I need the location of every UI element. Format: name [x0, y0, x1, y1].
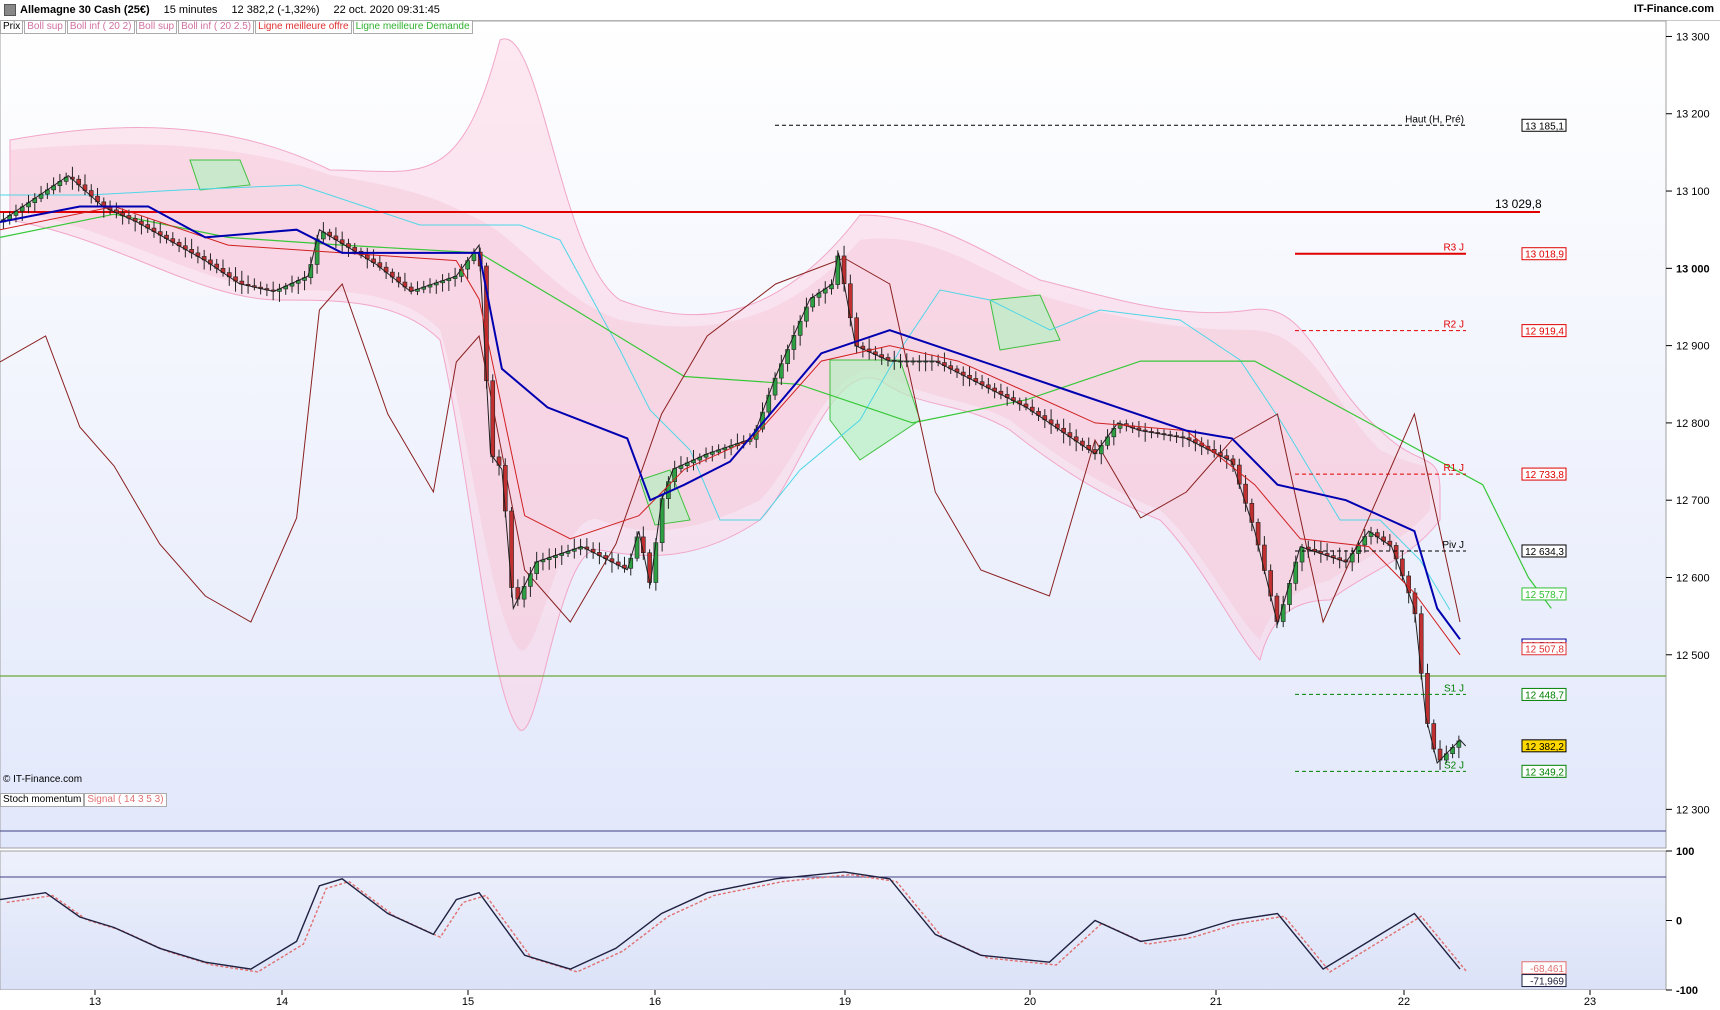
- pivot-label: R1 J: [1443, 463, 1464, 474]
- x-tick-label: 21: [1210, 996, 1222, 1008]
- legend-item: Boll inf ( 20 2): [66, 20, 135, 34]
- pivot-label: S2 J: [1444, 760, 1464, 771]
- pivot-label: Haut (H, Pré): [1405, 114, 1464, 125]
- pivot-value: 12 448,7: [1525, 690, 1564, 701]
- x-tick-label: 20: [1024, 996, 1036, 1008]
- candle-body: [653, 542, 659, 583]
- watermark: © IT-Finance.com: [3, 774, 83, 785]
- marker-value: 13 029,8: [1495, 197, 1542, 211]
- pivot-label: S1 J: [1444, 683, 1464, 694]
- pivot-label: R3 J: [1443, 243, 1464, 254]
- pivot-label: Piv J: [1442, 540, 1464, 551]
- y-tick-label: 12 500: [1676, 650, 1710, 662]
- stoch-legend: Stoch momentum Signal ( 14 3 5 3): [0, 793, 167, 807]
- candle-body: [1280, 604, 1286, 622]
- stoch-signal-label: Signal ( 14 3 5 3): [84, 793, 167, 807]
- x-tick-label: 13: [89, 996, 101, 1008]
- x-tick-label: 19: [839, 996, 851, 1008]
- stoch-label: Stoch momentum: [0, 793, 85, 807]
- pivot-value: 12 733,8: [1525, 470, 1564, 481]
- x-tick-label: 16: [649, 996, 661, 1008]
- y-tick-label: 13 100: [1676, 186, 1710, 198]
- legend-item: Ligne meilleure offre: [255, 20, 352, 34]
- x-tick-label: 15: [462, 996, 474, 1008]
- pivot-value: 12 634,3: [1525, 547, 1564, 558]
- y-tick-label: 12 800: [1676, 418, 1710, 430]
- x-axis: [0, 990, 1720, 1010]
- y-tick-label: 12 900: [1676, 341, 1710, 353]
- price-chart[interactable]: Haut (H, Pré) 13 185,1 R3 J 13 018,9 R2 J 12 …: [0, 0, 1720, 1010]
- legend-item: Boll sup: [135, 20, 178, 34]
- y-tick-label: 12 300: [1676, 804, 1710, 816]
- x-tick-label: 14: [276, 996, 288, 1008]
- y-tick-label: 12 600: [1676, 572, 1710, 584]
- pivot-label: R2 J: [1443, 320, 1464, 331]
- stoch-tag-value: -71,969: [1530, 977, 1564, 988]
- y-tick-label: 13 200: [1676, 109, 1710, 121]
- stoch-tick-label: 0: [1676, 916, 1682, 928]
- legend: Prix Boll sup Boll inf ( 20 2) Boll sup Boll…: [0, 20, 474, 34]
- price-tag-value: 12 578,7: [1525, 590, 1564, 601]
- legend-item: Ligne meilleure Demande: [352, 20, 473, 34]
- pivot-value: 13 185,1: [1525, 121, 1564, 132]
- candle-body: [1393, 545, 1399, 560]
- stoch-tag-value: -68,461: [1530, 964, 1564, 975]
- y-tick-label: 13 300: [1676, 31, 1710, 43]
- stoch-tick-label: -100: [1676, 985, 1698, 997]
- legend-item: Boll sup: [24, 20, 66, 34]
- candle-body: [490, 380, 496, 458]
- pivot-value: 13 018,9: [1525, 250, 1564, 261]
- price-tag-value: 12 382,2: [1525, 742, 1564, 753]
- candle-body: [1299, 546, 1305, 563]
- y-tick-label: 13 000: [1676, 263, 1710, 275]
- candle-body: [841, 255, 847, 285]
- stoch-tick-label: 100: [1676, 846, 1694, 858]
- price-tag-value: 12 507,8: [1525, 645, 1564, 656]
- pivot-value: 12 919,4: [1525, 327, 1564, 338]
- legend-item: Prix: [0, 20, 24, 34]
- x-tick-label: 23: [1584, 996, 1596, 1008]
- candle-body: [1255, 522, 1261, 546]
- candle-body: [459, 268, 464, 277]
- candle-body: [835, 255, 841, 285]
- x-tick-label: 22: [1398, 996, 1410, 1008]
- legend-item: Boll inf ( 20 2.5): [178, 20, 255, 34]
- y-tick-label: 12 700: [1676, 495, 1710, 507]
- pivot-value: 12 349,2: [1525, 767, 1564, 778]
